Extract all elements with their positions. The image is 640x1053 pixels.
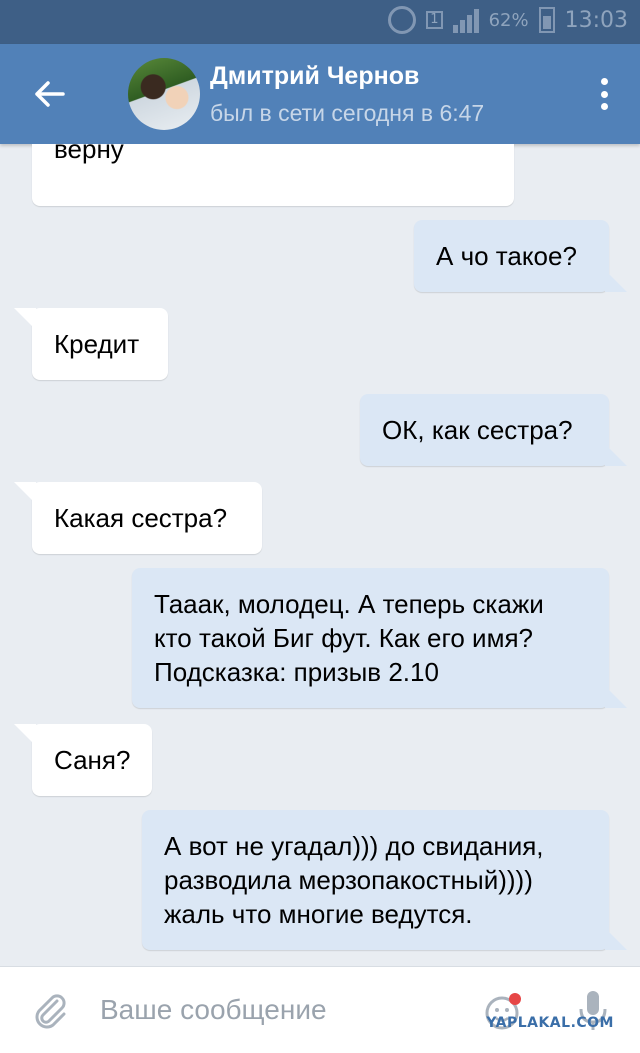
more-options-button[interactable] (592, 74, 616, 114)
incoming-message[interactable]: Какая сестра? (14, 482, 262, 554)
bubble-tail (14, 308, 36, 330)
message-text-line: ОК, как сестра? (382, 415, 573, 445)
message-text-line: жаль что многие ведутся. (164, 899, 473, 929)
incoming-message[interactable]: верну (32, 144, 514, 206)
outgoing-message[interactable]: Тааак, молодец. А теперь скажи кто такой … (132, 568, 627, 708)
contact-name[interactable]: Дмитрий Чернов (210, 62, 419, 91)
bubble-tail (605, 444, 627, 466)
bubble-tail (605, 928, 627, 950)
paperclip-icon[interactable] (30, 991, 70, 1031)
message-text-line: Кредит (54, 329, 140, 359)
message-text-line: А чо такое? (436, 241, 577, 271)
status-icons: 1 62% 13:03 (388, 6, 628, 34)
sticker-badge (509, 993, 521, 1005)
chat-header: Дмитрий Чернов был в сети сегодня в 6:47 (0, 44, 640, 144)
outgoing-message[interactable]: А чо такое? (414, 220, 627, 292)
message-input[interactable] (100, 985, 440, 1035)
outgoing-message[interactable]: А вот не угадал))) до свидания, разводила… (142, 810, 627, 950)
message-text-line: Саня? (54, 745, 131, 775)
message-text-line: кто такой Биг фут. Как его имя? (154, 623, 533, 653)
message-list[interactable]: верну А чо такое? Кредит ОК, как сестра? Как… (0, 144, 640, 966)
sim-icon: 1 (426, 11, 443, 29)
bubble-tail (14, 482, 36, 504)
battery-percent: 62% (488, 9, 529, 31)
composer: YAPLAKAL.COM (0, 966, 640, 1053)
message-text-line: разводила мерзопакостный)))) (164, 865, 533, 895)
message-text-line: Тааак, молодец. А теперь скажи (154, 589, 544, 619)
contact-status: был в сети сегодня в 6:47 (210, 100, 485, 126)
bubble-tail (605, 686, 627, 708)
arrow-left-icon (35, 81, 65, 107)
status-bar: 1 62% 13:03 (0, 0, 640, 44)
alarm-icon (388, 6, 417, 34)
message-text-line: Подсказка: призыв 2.10 (154, 657, 439, 687)
watermark: YAPLAKAL.COM (486, 1015, 614, 1031)
message-text-line: верну (54, 144, 124, 164)
outgoing-message[interactable]: ОК, как сестра? (360, 394, 627, 466)
bubble-tail (605, 270, 627, 292)
message-text-line: Какая сестра? (54, 503, 228, 533)
back-button[interactable] (22, 66, 78, 122)
more-vertical-icon (600, 78, 608, 85)
message-text-line: А вот не угадал))) до свидания, (164, 831, 544, 861)
bubble-tail (14, 724, 36, 746)
contact-avatar[interactable] (128, 58, 200, 130)
incoming-message[interactable]: Кредит (14, 308, 168, 380)
incoming-message[interactable]: Саня? (14, 724, 152, 796)
clock: 13:03 (564, 7, 628, 33)
signal-icon (452, 7, 479, 33)
battery-icon (538, 7, 555, 33)
